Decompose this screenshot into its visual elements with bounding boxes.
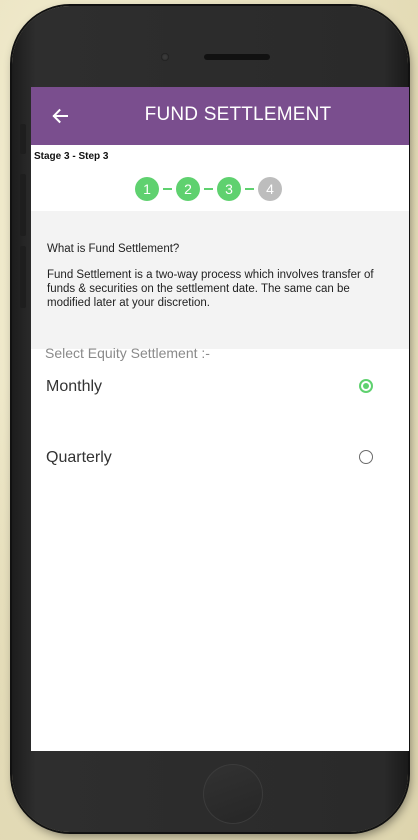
radio-button-checked[interactable] <box>359 379 373 393</box>
option-quarterly[interactable]: Quarterly <box>31 439 409 481</box>
step-2: 2 <box>176 177 200 201</box>
radio-button-unchecked[interactable] <box>359 450 373 464</box>
home-button[interactable] <box>203 764 263 824</box>
front-camera <box>161 53 169 61</box>
earpiece-speaker <box>204 54 270 60</box>
app-bar: FUND SETTLEMENT <box>31 87 409 145</box>
mute-switch <box>20 124 26 154</box>
step-connector <box>163 188 172 190</box>
step-1: 1 <box>135 177 159 201</box>
option-label: Monthly <box>46 378 103 395</box>
stage-label: Stage 3 - Step 3 <box>34 151 109 162</box>
info-panel: What is Fund Settlement? Fund Settlement… <box>31 211 409 349</box>
settlement-label: Select Equity Settlement :- <box>45 345 210 361</box>
volume-up-button <box>20 174 26 236</box>
step-indicator: 1 2 3 4 <box>135 174 282 204</box>
info-title: What is Fund Settlement? <box>47 243 180 255</box>
option-label: Quarterly <box>46 449 112 466</box>
step-4: 4 <box>258 177 282 201</box>
page-title: FUND SETTLEMENT <box>144 104 332 125</box>
app-screen: FUND SETTLEMENT Stage 3 - Step 3 1 2 3 4… <box>31 87 409 751</box>
info-body: Fund Settlement is a two-way process whi… <box>47 269 374 309</box>
option-monthly[interactable]: Monthly <box>31 368 409 410</box>
step-connector <box>245 188 254 190</box>
step-3: 3 <box>217 177 241 201</box>
step-connector <box>204 188 213 190</box>
volume-down-button <box>20 246 26 308</box>
